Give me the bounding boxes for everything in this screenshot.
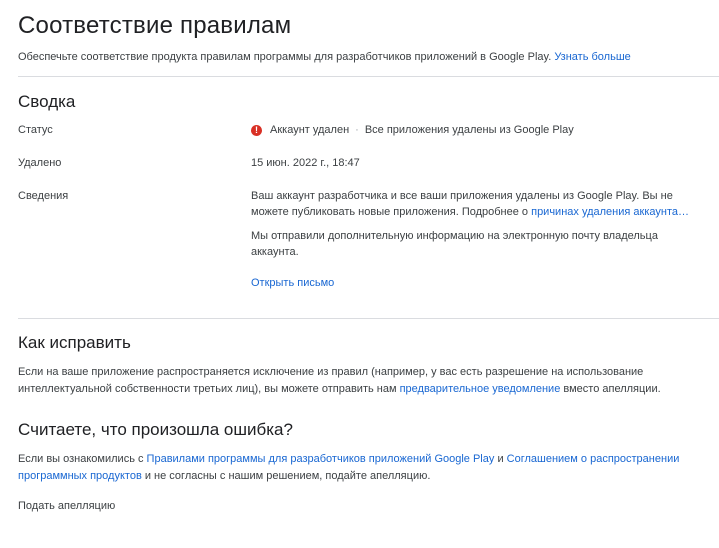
page-title: Соответствие правилам: [18, 12, 292, 39]
divider: [18, 76, 719, 77]
status-label: Статус: [18, 124, 53, 136]
details-paragraph-2: Мы отправили дополнительную информацию н…: [251, 230, 658, 258]
status-value: Аккаунт удален: [270, 124, 350, 136]
details-label: Сведения: [18, 190, 69, 202]
removal-reasons-link[interactable]: причинах удаления аккаунта…: [531, 206, 689, 218]
removed-value: 15 июн. 2022 г., 18:47: [251, 157, 360, 169]
mistake-paragraph: Если вы ознакомились с Правилами програм…: [18, 451, 688, 485]
prior-notice-link[interactable]: предварительное уведомление: [400, 383, 561, 395]
fix-title: Как исправить: [18, 333, 131, 352]
mistake-title: Считаете, что произошла ошибка?: [18, 420, 293, 439]
developer-policy-link[interactable]: Правилами программы для разработчиков пр…: [147, 453, 495, 465]
details-paragraph-1: Ваш аккаунт разработчика и все ваши прил…: [251, 188, 691, 220]
summary-title: Сводка: [18, 92, 76, 111]
divider: [18, 318, 719, 319]
learn-more-link[interactable]: Узнать больше: [554, 51, 630, 63]
error-icon: !: [251, 124, 262, 136]
open-letter-link[interactable]: Открыть письмо: [251, 277, 334, 289]
submit-appeal-button[interactable]: Подать апелляцию: [18, 500, 115, 512]
policy-compliance-page: Соответствие правилам Обеспечьте соответ…: [0, 0, 719, 548]
status-detail: Все приложения удалены из Google Play: [364, 124, 574, 136]
status-value-container: ! Аккаунт удален · Все приложения удален…: [251, 122, 574, 138]
mistake-text-3: и не согласны с нашим решением, подайте …: [144, 470, 431, 482]
removed-label: Удалено: [18, 157, 62, 169]
page-subtitle: Обеспечьте соответствие продукта правила…: [18, 51, 631, 63]
fix-text-2: вместо апелляции.: [563, 383, 661, 395]
status-separator: ·: [355, 124, 359, 136]
mistake-text-1: Если вы ознакомились с: [18, 453, 144, 465]
subtitle-text: Обеспечьте соответствие продукта правила…: [18, 51, 552, 63]
mistake-text-2: и: [497, 453, 504, 465]
fix-paragraph: Если на ваше приложение распространяется…: [18, 364, 688, 398]
